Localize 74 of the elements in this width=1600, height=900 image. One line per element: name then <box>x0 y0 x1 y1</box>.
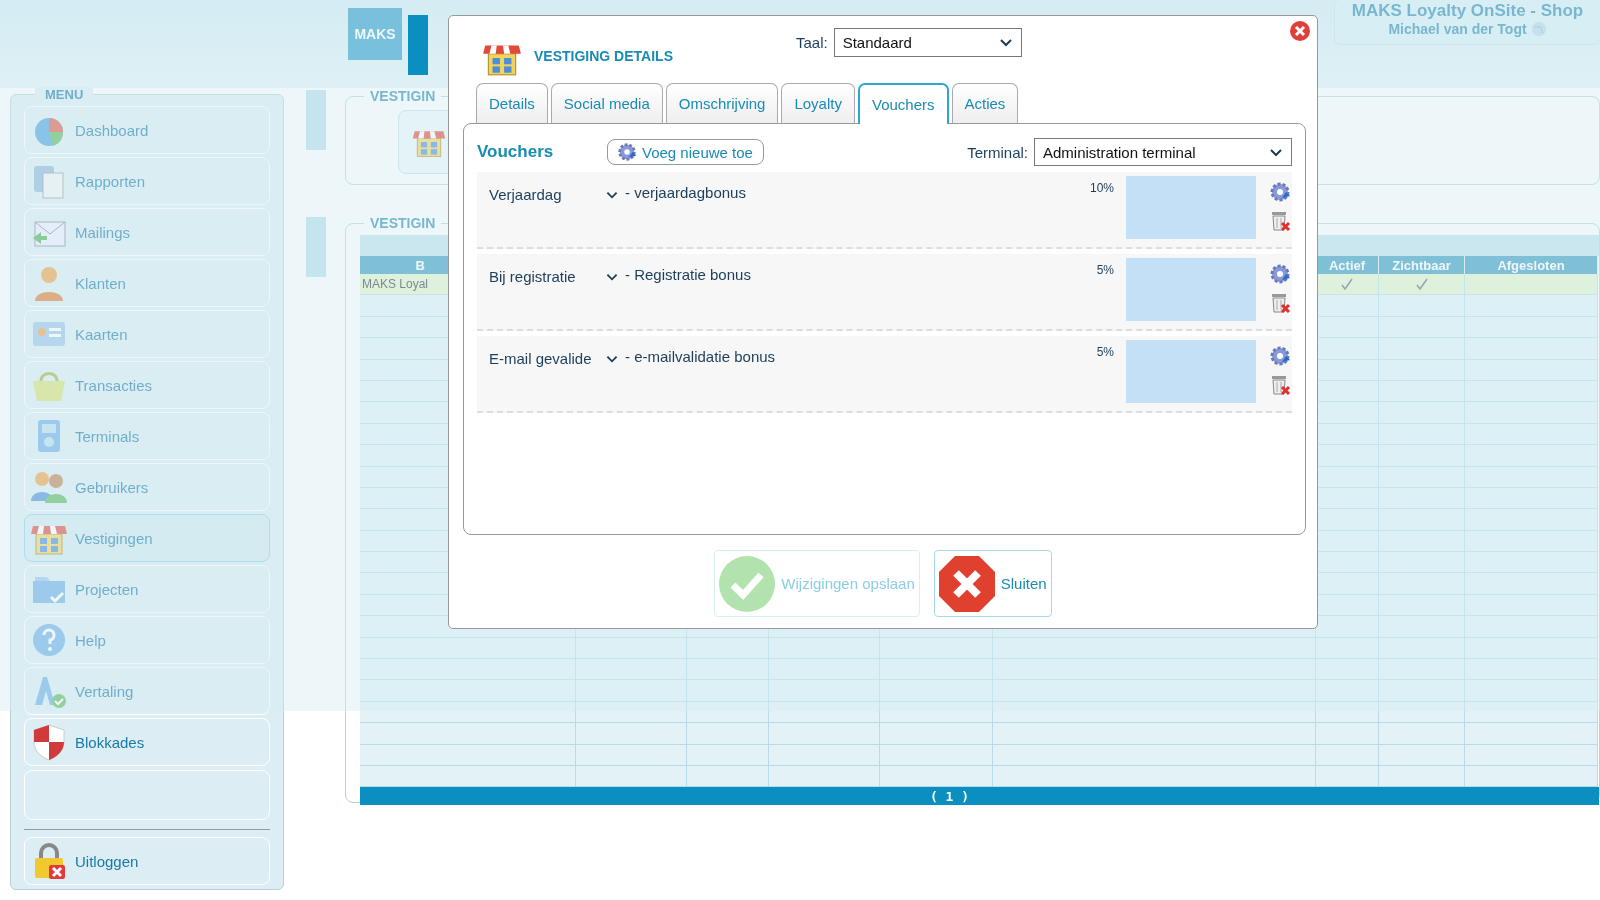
menu-item[interactable]: Vertaling <box>24 667 270 715</box>
voucher-percentage: 5% <box>1096 345 1114 359</box>
field-label: Terminal: <box>967 143 1028 161</box>
section-title: VESTIGIN <box>369 88 437 104</box>
menu-item[interactable]: Terminals <box>24 412 270 460</box>
voucher-percentage: 10% <box>1089 181 1114 195</box>
close-button[interactable]: Sluiten <box>933 550 1052 617</box>
globe-icon <box>1530 21 1547 37</box>
menu-item[interactable]: Vestigingen <box>24 514 270 562</box>
gear-icon <box>616 141 638 163</box>
user-name: Michael van der Togt <box>1388 21 1527 37</box>
settings-button[interactable] <box>1268 344 1292 368</box>
table-cell <box>1316 445 1379 467</box>
accent-bar <box>408 15 428 75</box>
voucher-description: - e-mailvalidatie bonus <box>625 348 777 365</box>
chevron-icon <box>998 36 1013 49</box>
app-title: MAKS Loyalty OnSite - Shop <box>1351 1 1584 21</box>
table-cell <box>1316 509 1379 531</box>
table-cell <box>1316 338 1379 360</box>
stop-sign-icon <box>936 553 997 614</box>
add-button[interactable]: Voeg nieuwe toe <box>607 139 764 165</box>
tab[interactable]: Omschrijving <box>665 83 779 123</box>
tab[interactable]: Loyalty <box>781 83 855 123</box>
terminal-select[interactable]: Administration terminal <box>1034 138 1292 166</box>
table-cell <box>1316 766 1379 788</box>
settings-button[interactable] <box>1268 180 1292 204</box>
logout-button[interactable]: Uitloggen <box>24 837 270 885</box>
menu-item[interactable]: Projecten <box>24 565 270 613</box>
nav-button[interactable]: MAKS <box>348 8 402 60</box>
close-icon <box>1289 20 1311 42</box>
field-label: Taal: <box>796 34 828 51</box>
menu-item[interactable]: Dashboard <box>24 106 270 154</box>
tab[interactable]: Acties <box>951 83 1019 123</box>
menu-title: MENU <box>35 87 94 102</box>
section-title: VESTIGIN <box>369 215 437 231</box>
menu-item[interactable]: Rapporten <box>24 157 270 205</box>
tab[interactable]: Social media <box>550 83 663 123</box>
voucher-type-select[interactable]: E-mail gevalide <box>489 350 619 367</box>
table-cell <box>1316 573 1379 595</box>
settings-button[interactable] <box>1268 262 1292 286</box>
table-cell <box>1316 744 1379 766</box>
check-icon <box>1341 278 1353 291</box>
check-icon <box>1415 278 1428 291</box>
table-cell <box>1316 701 1379 724</box>
menu-item[interactable]: Mailings <box>24 208 270 256</box>
voucher-type-select[interactable]: Verjaardag <box>489 186 619 203</box>
table-cell <box>1316 680 1379 702</box>
accent-bar <box>306 217 326 277</box>
voucher-percentage: 5% <box>1096 263 1114 277</box>
table-cell <box>1316 552 1379 574</box>
menu-item[interactable]: Help <box>24 616 270 664</box>
column-header: Zichtbaar <box>1379 256 1465 274</box>
dialog-title: VESTIGING DETAILS <box>534 48 673 64</box>
tab[interactable]: Vouchers <box>857 83 949 124</box>
language-select[interactable]: Standaard <box>833 28 1022 57</box>
table-cell <box>1316 402 1379 424</box>
tab[interactable]: Details <box>476 83 548 123</box>
voucher-description: - verjaardagbonus <box>625 184 747 201</box>
pager[interactable]: ( 1 ) <box>360 787 1599 806</box>
voucher-description: - Registratie bonus <box>625 266 752 283</box>
table-cell <box>1316 723 1379 745</box>
table-cell <box>1316 637 1379 660</box>
table-cell <box>1316 659 1379 681</box>
menu-item[interactable]: Klanten <box>24 259 270 307</box>
accent-bar <box>306 90 326 150</box>
menu-item[interactable]: Gebruikers <box>24 463 270 511</box>
check-circle-icon <box>717 553 778 614</box>
menu-item[interactable]: Blokkades <box>24 718 270 766</box>
column-header: Actief <box>1316 256 1379 274</box>
column-header: Afgesloten <box>1465 256 1598 274</box>
table-cell <box>1316 616 1379 638</box>
menu-item[interactable]: Kaarten <box>24 310 270 358</box>
menu-item[interactable]: Transacties <box>24 361 270 409</box>
panel-heading: Vouchers <box>477 142 555 162</box>
